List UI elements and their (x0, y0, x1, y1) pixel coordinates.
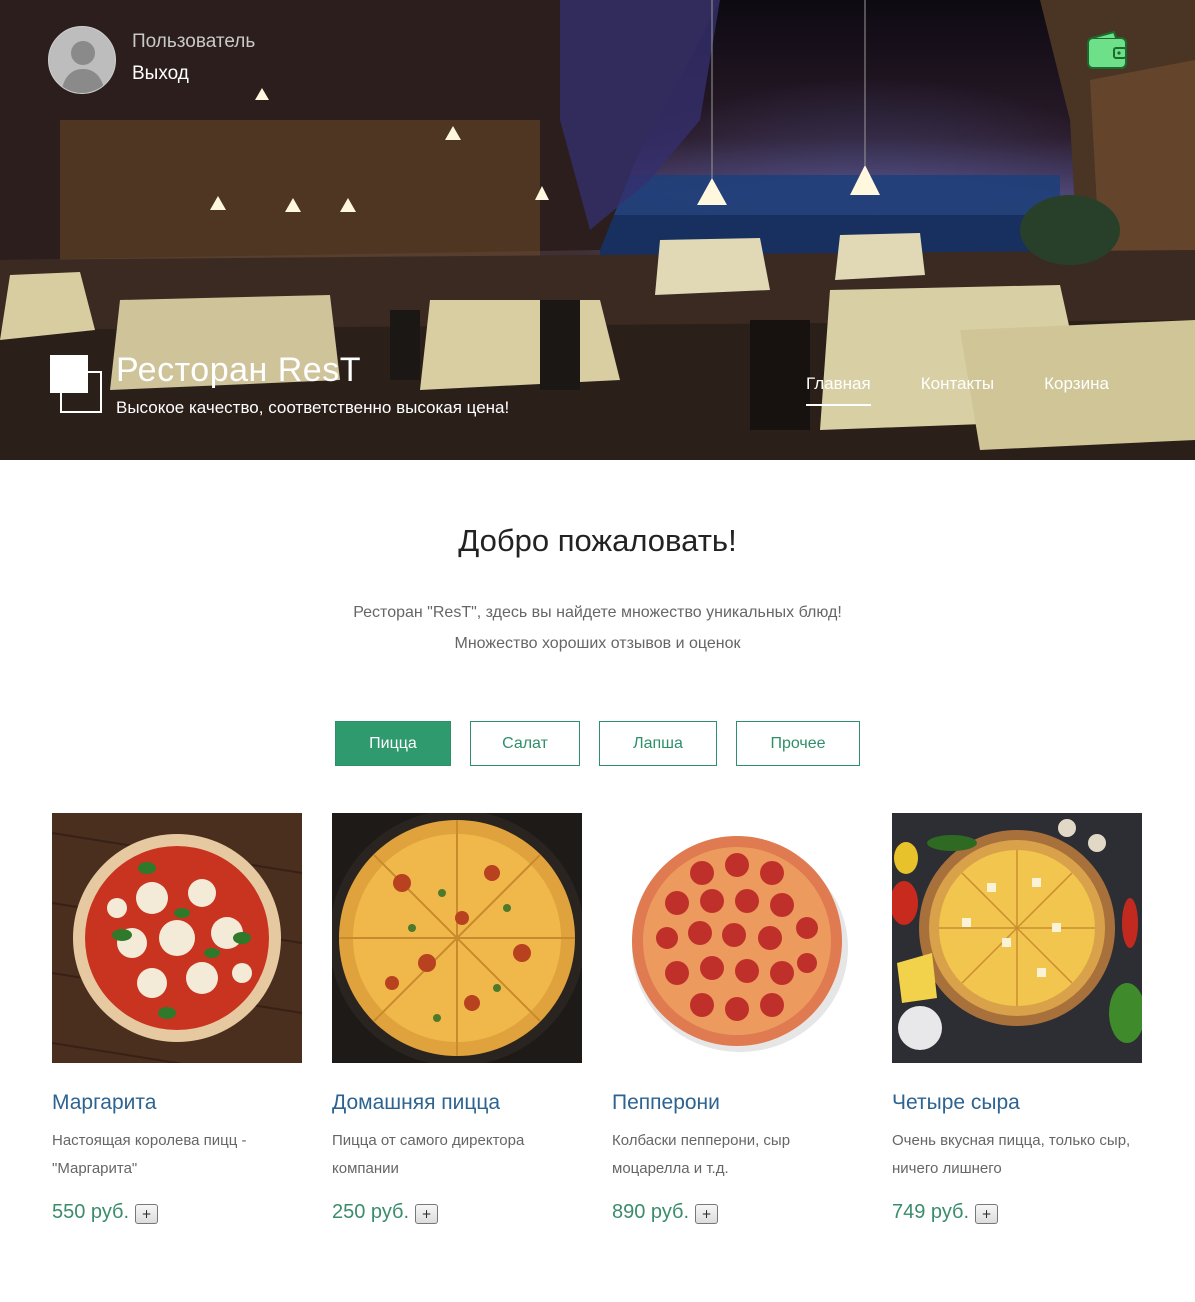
product-card: Пепперони Колбаски пепперони, сыр моцаре… (612, 813, 862, 1224)
pizza-pepperoni-image[interactable] (612, 813, 862, 1063)
product-card: Домашняя пицца Пицца от самого директора… (332, 813, 582, 1224)
logout-link[interactable]: Выход (132, 63, 255, 85)
hero-banner: Пользователь Выход Ресторан ResT Высокое… (0, 0, 1195, 460)
welcome-line-1: Ресторан "ResT", здесь вы найдете множес… (353, 604, 842, 621)
product-description: Пицца от самого директора компании (332, 1132, 525, 1177)
product-card: Четыре сыра Очень вкусная пицца, только … (892, 813, 1142, 1224)
brand-logo-icon[interactable] (50, 350, 104, 414)
product-card: Маргарита Настоящая королева пицц - "Мар… (52, 813, 302, 1224)
user-avatar-icon[interactable] (48, 26, 116, 94)
nav-cart[interactable]: Корзина (1044, 374, 1109, 406)
welcome-text: Ресторан "ResT", здесь вы найдете множес… (0, 597, 1195, 659)
product-grid: Маргарита Настоящая королева пицц - "Мар… (52, 813, 1142, 1224)
welcome-line-2: Множество хороших отзывов и оценок (454, 635, 741, 652)
category-tabs: Пицца Салат Лапша Прочее (335, 721, 860, 766)
product-price: 550 руб. (52, 1200, 130, 1223)
nav-contacts[interactable]: Контакты (921, 374, 994, 406)
pizza-homemade-image[interactable] (332, 813, 582, 1063)
product-title[interactable]: Пепперони (612, 1091, 862, 1115)
tab-noodles[interactable]: Лапша (599, 721, 717, 766)
tab-other[interactable]: Прочее (736, 721, 860, 766)
product-price: 890 руб. (612, 1200, 690, 1223)
pizza-four-cheese-image[interactable] (892, 813, 1142, 1063)
welcome-title: Добро пожаловать! (458, 523, 737, 558)
wallet-icon[interactable] (1086, 30, 1128, 72)
user-block: Пользователь Выход (48, 26, 255, 94)
brand: Ресторан ResT Высокое качество, соответс… (50, 350, 509, 418)
product-title[interactable]: Маргарита (52, 1091, 302, 1115)
add-to-cart-button[interactable]: + (695, 1204, 719, 1224)
add-to-cart-button[interactable]: + (975, 1204, 999, 1224)
user-name: Пользователь (132, 31, 256, 52)
product-title[interactable]: Четыре сыра (892, 1091, 1142, 1115)
pizza-margherita-image[interactable] (52, 813, 302, 1063)
product-description: Очень вкусная пицца, только сыр, ничего … (892, 1132, 1131, 1177)
add-to-cart-button[interactable]: + (135, 1204, 159, 1224)
product-description: Колбаски пепперони, сыр моцарелла и т.д. (612, 1132, 791, 1177)
tab-pizza[interactable]: Пицца (335, 721, 451, 766)
brand-title[interactable]: Ресторан ResT (116, 350, 509, 390)
product-title[interactable]: Домашняя пицца (332, 1091, 582, 1115)
add-to-cart-button[interactable]: + (415, 1204, 439, 1224)
brand-subtitle: Высокое качество, соответственно высокая… (116, 398, 510, 417)
product-price: 749 руб. (892, 1200, 970, 1223)
main-nav: Главная Контакты Корзина (806, 374, 1109, 406)
tab-salad[interactable]: Салат (470, 721, 580, 766)
product-description: Настоящая королева пицц - "Маргарита" (52, 1132, 247, 1177)
product-price: 250 руб. (332, 1200, 410, 1223)
nav-home[interactable]: Главная (806, 374, 871, 406)
